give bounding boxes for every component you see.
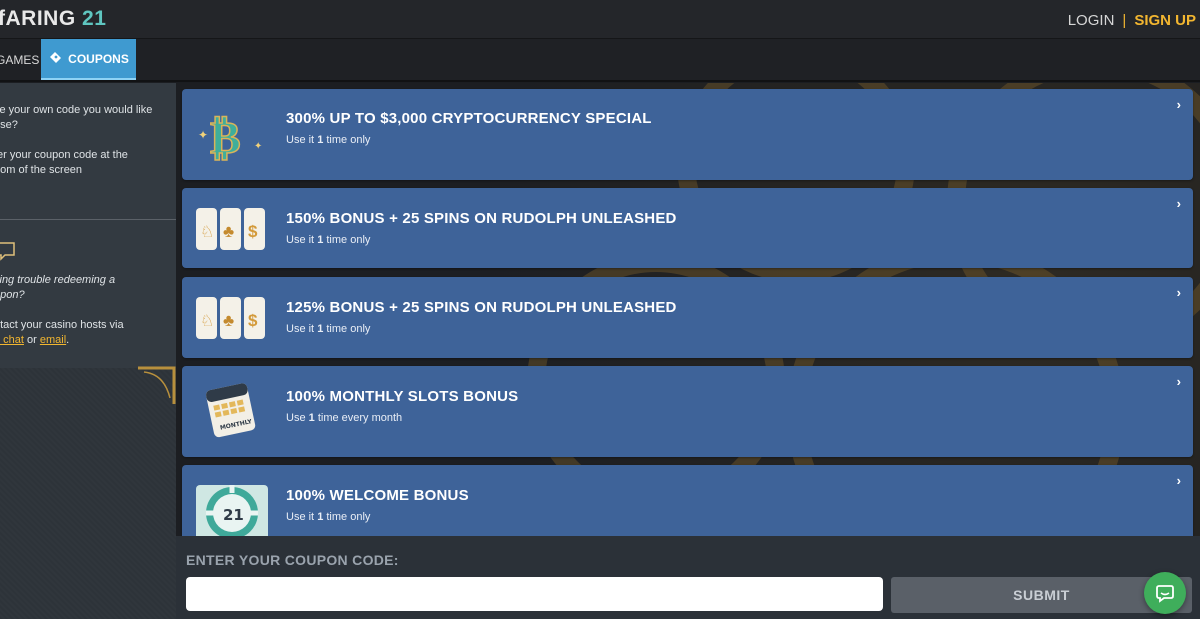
svg-text:$: $: [248, 222, 258, 241]
sidebar-trouble-line-2: upon?: [0, 289, 25, 301]
coupon-entry-panel: ENTER YOUR COUPON CODE: SUBMIT: [176, 536, 1200, 619]
signup-link[interactable]: SIGN UP: [1134, 12, 1196, 29]
coupon-code-label: ENTER YOUR COUPON CODE:: [186, 552, 399, 568]
svg-text:♣: ♣: [223, 311, 234, 330]
svg-text:₿: ₿: [210, 110, 241, 164]
chevron-right-icon[interactable]: ›: [1177, 374, 1181, 389]
logo-number: 21: [82, 7, 107, 30]
usage-suffix: time only: [326, 134, 371, 146]
slot-reels-icon: ♘ ♣ $: [196, 208, 265, 250]
usage-suffix: time only: [326, 511, 371, 523]
svg-text:♘: ♘: [200, 224, 214, 241]
coupon-title: 100% MONTHLY SLOTS BONUS: [286, 388, 519, 405]
coupon-card[interactable]: MONTHLY 100% MONTHLY SLOTS BONUS Use 1 t…: [182, 366, 1193, 457]
usage-count: 1: [317, 511, 324, 523]
usage-prefix: Use it: [286, 234, 315, 246]
logo[interactable]: fARING 21: [0, 7, 106, 31]
coupon-code-input[interactable]: [186, 577, 883, 611]
coupon-card[interactable]: ♘ ♣ $ 150% BONUS + 25 SPINS ON RUDOLPH U…: [182, 188, 1193, 268]
email-link[interactable]: email: [40, 334, 66, 346]
calendar-icon: MONTHLY: [206, 383, 256, 438]
ticket-icon: [50, 51, 62, 63]
sidebar-help-line-1: ve your own code you would like: [0, 104, 153, 116]
chat-bubble-icon: [0, 242, 15, 261]
usage-prefix: Use it: [286, 511, 315, 523]
chevron-right-icon[interactable]: ›: [1177, 97, 1181, 112]
tab-coupons-label: COUPONS: [68, 51, 129, 66]
sidebar-contact-line: ntact your casino hosts via: [0, 319, 124, 331]
coupon-usage: Use 1 time every month: [286, 412, 402, 424]
bitcoin-icon: ₿ ✦ ✦: [198, 109, 262, 165]
svg-text:✦: ✦: [254, 141, 262, 152]
usage-count: 1: [317, 134, 324, 146]
usage-suffix: time only: [326, 234, 371, 246]
top-bar: fARING 21 LOGIN | SIGN UP: [0, 0, 1200, 39]
login-link[interactable]: LOGIN: [1068, 12, 1115, 29]
corner-ornament: [138, 366, 176, 404]
sidebar-contact-links: e chat or email.: [0, 333, 69, 348]
sidebar-instruction-line-2: ttom of the screen: [0, 164, 83, 176]
chat-icon: [1156, 585, 1174, 603]
sidebar-instruction-line-1: ter your coupon code at the: [0, 149, 128, 161]
usage-prefix: Use it: [286, 323, 315, 335]
coupon-title: 100% WELCOME BONUS: [286, 487, 469, 504]
coupon-card[interactable]: ₿ ✦ ✦ 300% UP TO $3,000 CRYPTOCURRENCY S…: [182, 89, 1193, 180]
usage-count: 1: [317, 234, 324, 246]
slot-reels-icon: ♘ ♣ $: [196, 297, 265, 339]
coupon-usage: Use it 1 time only: [286, 134, 370, 146]
coupon-title: 150% BONUS + 25 SPINS ON RUDOLPH UNLEASH…: [286, 210, 677, 227]
coupon-usage: Use it 1 time only: [286, 511, 370, 523]
chevron-right-icon[interactable]: ›: [1177, 473, 1181, 488]
tab-games-label: GAMES: [0, 52, 40, 67]
sidebar-period: .: [66, 334, 70, 346]
coupon-title: 125% BONUS + 25 SPINS ON RUDOLPH UNLEASH…: [286, 299, 677, 316]
tab-games[interactable]: GAMES: [0, 39, 41, 80]
usage-suffix: time every month: [317, 412, 403, 424]
sidebar-or-text: or: [27, 334, 37, 346]
sidebar: ve your own code you would like use? ter…: [0, 83, 176, 619]
auth-links: LOGIN | SIGN UP: [1068, 12, 1196, 29]
sidebar-divider: [0, 219, 176, 220]
logo-text: ARING: [5, 7, 76, 30]
live-chat-button[interactable]: [1144, 572, 1186, 614]
chevron-right-icon[interactable]: ›: [1177, 285, 1181, 300]
coupon-card[interactable]: ♘ ♣ $ 125% BONUS + 25 SPINS ON RUDOLPH U…: [182, 277, 1193, 358]
svg-text:♣: ♣: [223, 222, 234, 241]
coupon-title: 300% UP TO $3,000 CRYPTOCURRENCY SPECIAL: [286, 110, 652, 127]
svg-text:♘: ♘: [200, 313, 214, 330]
svg-text:✦: ✦: [198, 128, 208, 142]
sidebar-info-panel: ve your own code you would like use? ter…: [0, 83, 176, 368]
usage-prefix: Use it: [286, 134, 315, 146]
coupon-usage: Use it 1 time only: [286, 234, 370, 246]
chevron-right-icon[interactable]: ›: [1177, 196, 1181, 211]
auth-separator: |: [1122, 12, 1127, 29]
sidebar-help-line-2: use?: [0, 119, 18, 131]
usage-prefix: Use: [286, 412, 306, 424]
usage-count: 1: [317, 323, 324, 335]
usage-suffix: time only: [326, 323, 371, 335]
tab-bar: GAMES COUPONS: [0, 39, 1200, 82]
sidebar-trouble-line-1: ving trouble redeeming a: [0, 274, 116, 286]
coupon-usage: Use it 1 time only: [286, 323, 370, 335]
tab-coupons[interactable]: COUPONS: [41, 39, 136, 80]
live-chat-link[interactable]: e chat: [0, 334, 24, 346]
usage-count: 1: [308, 412, 315, 424]
svg-text:$: $: [248, 311, 258, 330]
chip-label: 21: [223, 506, 244, 524]
